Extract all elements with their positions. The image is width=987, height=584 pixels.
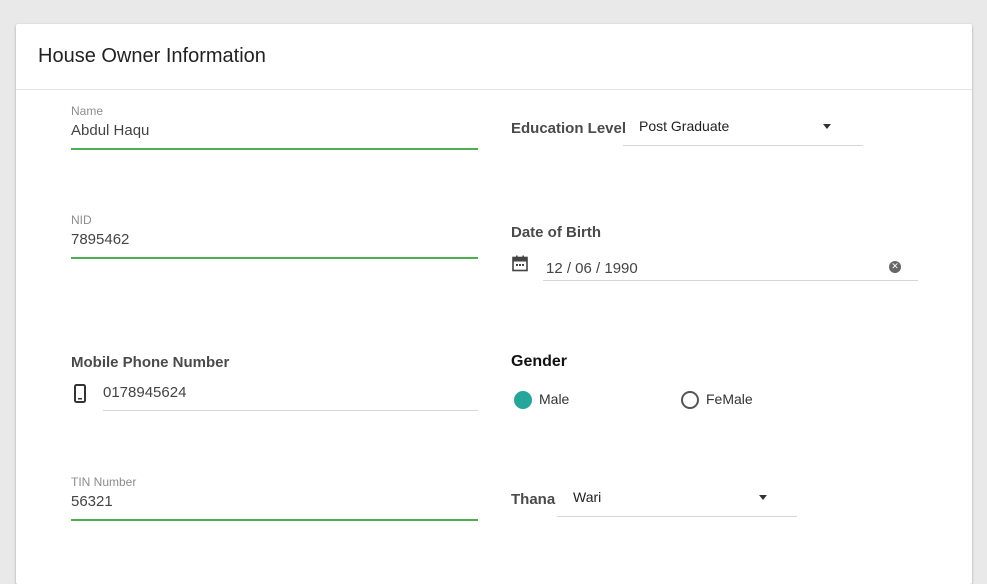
gender-option-label: FeMale [706,391,753,407]
dropdown-caret-icon [823,124,831,129]
thana-select-value: Wari [573,489,602,505]
tin-underline [71,519,478,521]
gender-label: Gender [511,353,568,370]
tin-input[interactable]: 56321 [71,493,471,510]
education-label: Education Level [511,120,627,137]
name-input[interactable]: Abdul Haqu [71,122,471,139]
page-title: House Owner Information [38,45,266,67]
thana-underline [557,516,797,517]
tin-label: TIN Number [71,475,137,489]
nid-input[interactable]: 7895462 [71,231,471,248]
radio-checked-icon[interactable] [514,391,532,409]
thana-select[interactable]: Wari [557,483,797,517]
phone-icon [73,384,87,409]
education-select[interactable]: Post Graduate [623,112,863,146]
thana-label: Thana [511,491,556,508]
dob-label: Date of Birth [511,224,601,241]
house-owner-card: House Owner Information Name Abdul Haqu … [16,24,972,584]
radio-unchecked-icon[interactable] [681,391,699,409]
clear-icon[interactable]: ✕ [889,261,901,273]
name-underline [71,148,478,150]
mobile-label: Mobile Phone Number [71,354,230,371]
nid-underline [71,257,478,259]
dob-underline [543,280,918,281]
dropdown-caret-icon [759,495,767,500]
nid-label: NID [71,213,92,227]
education-underline [623,145,863,146]
mobile-underline [103,410,478,411]
gender-option-label: Male [539,391,570,407]
education-select-value: Post Graduate [639,118,730,134]
mobile-input[interactable]: 0178945624 [103,384,473,401]
dob-input[interactable]: 12 / 06 / 1990 [546,260,866,277]
calendar-icon [512,255,528,277]
card-header: House Owner Information [16,24,972,90]
name-label: Name [71,104,104,118]
